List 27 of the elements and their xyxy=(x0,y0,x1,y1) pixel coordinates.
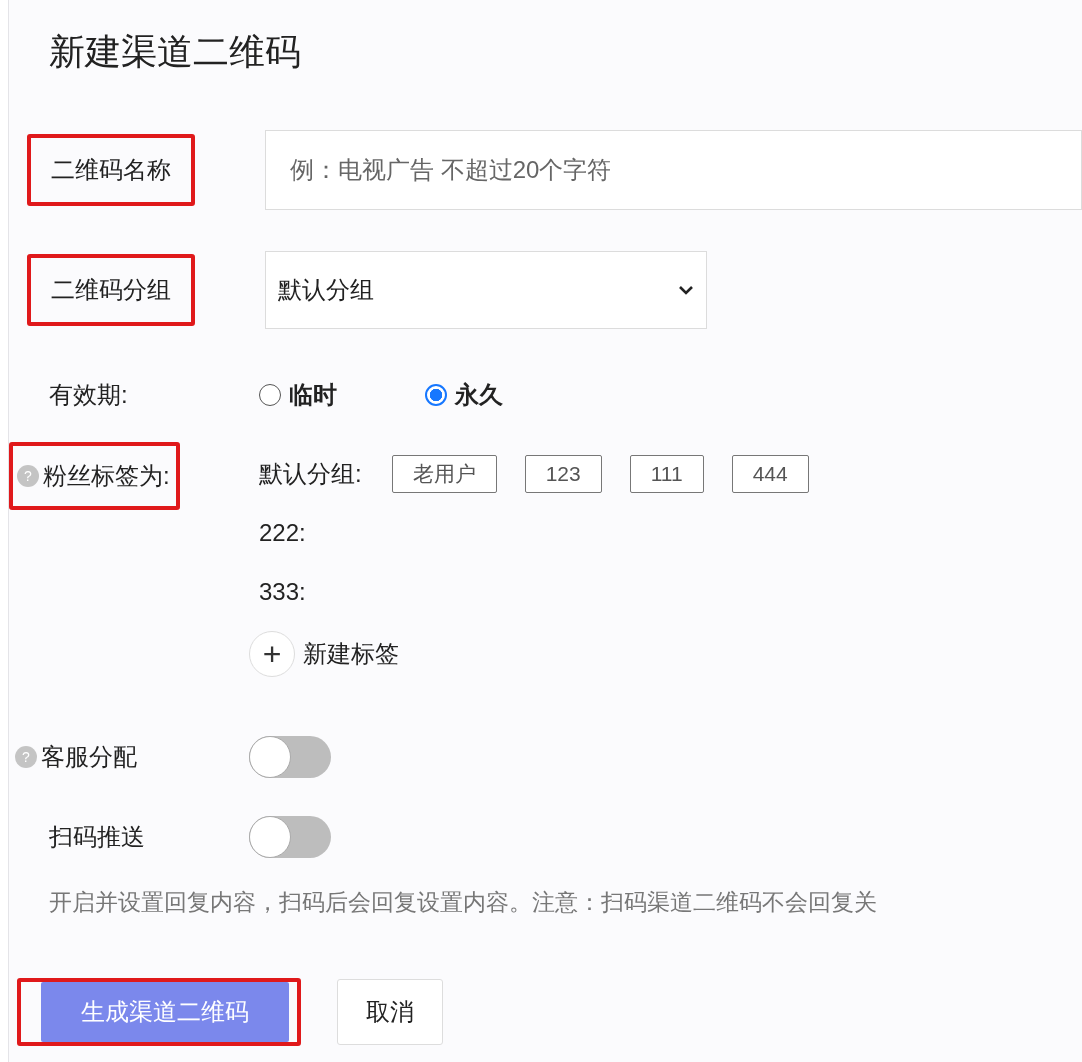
hint-text: 开启并设置回复内容，扫码后会回复设置内容。注意：扫码渠道二维码不会回复关 xyxy=(49,888,878,917)
tag-group-name: 333: xyxy=(259,578,306,606)
field-label: 扫码推送 xyxy=(49,822,145,852)
radio-label: 临时 xyxy=(289,380,337,410)
page-title: 新建渠道二维码 xyxy=(49,30,302,74)
chevron-down-icon xyxy=(678,285,694,295)
name-input-field[interactable]: 例：电视广告 不超过20个字符 xyxy=(265,130,1082,210)
toggle-switch[interactable] xyxy=(249,736,331,778)
tag-chip[interactable]: 444 xyxy=(731,455,809,493)
tag-chip[interactable]: 111 xyxy=(629,455,704,493)
field-label: 有效期: xyxy=(49,380,128,410)
tag-chip[interactable]: 老用户 xyxy=(391,455,497,493)
tag-chip[interactable]: 123 xyxy=(524,455,602,493)
tag-group-name: 222: xyxy=(259,519,306,547)
field-label: 粉丝标签为: xyxy=(43,461,170,491)
field-label: 二维码名称 xyxy=(51,155,171,185)
add-icon[interactable]: + xyxy=(249,631,295,677)
field-label: 客服分配 xyxy=(41,742,137,772)
new-tag-link[interactable]: 新建标签 xyxy=(303,638,399,670)
radio-button[interactable] xyxy=(425,384,447,406)
toggle-switch[interactable] xyxy=(249,816,331,858)
radio-button[interactable] xyxy=(259,384,281,406)
field-label: 二维码分组 xyxy=(51,275,171,305)
tag-group-name: 默认分组: xyxy=(259,459,362,489)
group-select[interactable]: 默认分组 xyxy=(265,251,707,329)
radio-label: 永久 xyxy=(455,380,503,410)
cancel-button[interactable]: 取消 xyxy=(337,979,443,1045)
